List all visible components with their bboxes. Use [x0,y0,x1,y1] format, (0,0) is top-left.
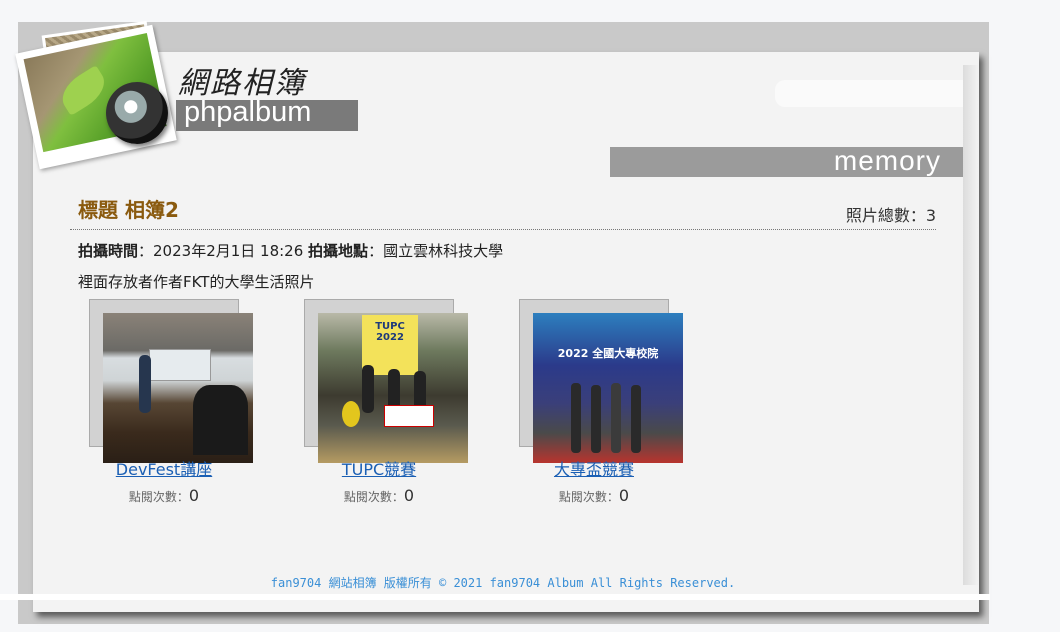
photo-caption-link[interactable]: DevFest講座 [89,456,239,480]
photo-card: DevFest講座 點閱次數：0 [89,299,289,519]
memory-text: memory [833,145,941,176]
photo-caption-link[interactable]: 大專盃競賽 [519,456,669,480]
footer-copyright: fan9704 網站相簿 版權所有 © 2021 fan9704 Album A… [270,576,736,590]
header-pill [775,80,963,107]
place-label: 拍攝地點 [308,242,369,260]
photo-views: 點閱次數：0 [304,486,454,505]
photo-views: 點閱次數：0 [89,486,239,505]
views-label: 點閱次數： [343,490,404,504]
memory-bar: memory [610,145,963,177]
photo-thumbnail[interactable]: TUPC 2022 [318,313,468,463]
photo-thumbnail[interactable]: 2022 全國大專校院 [533,313,683,463]
photo-caption-link[interactable]: TUPC競賽 [304,456,454,480]
image-sign-text: 2022 全國大專校院 [557,347,659,360]
bottom-strip [0,594,990,600]
views-label: 點閱次數： [558,490,619,504]
photo-card: TUPC 2022 TUPC競賽 點閱次數：0 [304,299,504,519]
views-count: 0 [188,486,200,505]
card-shadow [963,65,979,585]
album-title: 標題 相簿2 [78,198,179,222]
logo-subtitle: phpalbum [184,96,312,128]
image-sign-text: TUPC 2022 [375,321,405,343]
time-label: 拍攝時間 [78,242,139,260]
divider [70,229,936,230]
photo-card: 2022 全國大專校院 大專盃競賽 點閱次數：0 [519,299,719,519]
album-description: 裡面存放者作者FKT的大學生活照片 [78,273,315,291]
views-label: 點閱次數： [128,490,189,504]
album-meta: 拍攝時間：2023年2月1日 18:26 拍攝地點：國立雲林科技大學 [78,240,503,261]
place-value: ：國立雲林科技大學 [368,242,504,260]
magnifier-icon [106,82,168,144]
photo-thumbnail[interactable] [103,313,253,463]
photo-views: 點閱次數：0 [519,486,669,505]
views-count: 0 [403,486,415,505]
photo-count: 照片總數：3 [845,206,936,225]
time-value: ：2023年2月1日 18:26 [138,242,309,260]
views-count: 0 [618,486,630,505]
